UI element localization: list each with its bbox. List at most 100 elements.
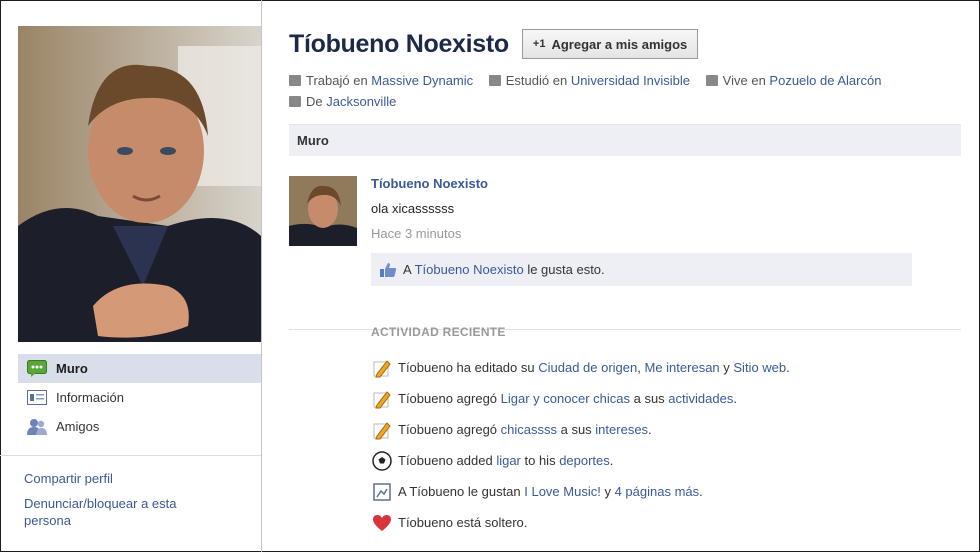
activity-item: Tíobueno agregó chicassss a sus interese… xyxy=(371,414,961,445)
activity-link[interactable]: actividades xyxy=(668,391,733,406)
activity-text-part: to his xyxy=(520,453,560,468)
nav-label: Información xyxy=(56,390,124,405)
activity-text-part: y xyxy=(719,360,734,375)
info-education: Estudió en Universidad Invisible xyxy=(488,73,690,88)
activity-title: ACTIVIDAD RECIENTE xyxy=(371,325,506,339)
briefcase-icon xyxy=(289,75,301,86)
profile-photo[interactable] xyxy=(18,26,261,342)
home-icon xyxy=(289,96,301,107)
activity-link[interactable]: Sitio web xyxy=(733,360,786,375)
add-friend-button[interactable]: +1 Agregar a mis amigos xyxy=(521,29,699,59)
building-icon xyxy=(705,75,718,86)
report-block-link[interactable]: Denunciar/bloquear a esta persona xyxy=(24,495,224,529)
info-prefix: De xyxy=(306,94,327,109)
activity-text-part: . xyxy=(609,453,614,468)
activity-text: Tíobueno agregó chicassss a sus interese… xyxy=(398,422,652,437)
add-friend-icon: +1 xyxy=(532,38,546,50)
activity-text: Tíobueno está soltero. xyxy=(398,515,527,530)
activity-link[interactable]: ligar xyxy=(496,453,521,468)
activity-item: Tíobueno added ligar to his deportes. xyxy=(371,445,961,476)
activity-link[interactable]: 4 páginas más xyxy=(615,484,700,499)
left-column: Muro Información Amigos Compartir perfil… xyxy=(0,26,261,537)
info-card-icon xyxy=(26,389,48,407)
activity-text-part: . xyxy=(699,484,703,499)
activity-text-part: Tíobueno agregó xyxy=(398,391,501,406)
like-suffix: le gusta esto. xyxy=(523,262,605,277)
activity-text-part: Tíobueno está soltero. xyxy=(398,515,528,530)
heart-icon xyxy=(371,513,393,533)
column-divider xyxy=(261,0,262,552)
activity-link[interactable]: Me interesan xyxy=(645,360,720,375)
nav-item-informacion[interactable]: Información xyxy=(18,383,261,412)
info-work-link[interactable]: Massive Dynamic xyxy=(371,73,473,88)
activity-text-part: y xyxy=(600,484,615,499)
add-friend-label: Agregar a mis amigos xyxy=(551,36,688,52)
post-body: Tíobueno Noexisto ola xicassssss Hace 3 … xyxy=(371,176,961,286)
nav-item-amigos[interactable]: Amigos xyxy=(18,412,261,441)
nav-label: Muro xyxy=(56,361,88,376)
activity-text-part: . xyxy=(648,422,652,437)
activity-text-part: , xyxy=(637,360,645,375)
activity-list: Tíobueno ha editado su Ciudad de origen,… xyxy=(371,352,961,538)
page-icon xyxy=(371,482,393,502)
pencil-icon xyxy=(371,358,393,378)
activity-link[interactable]: deportes xyxy=(559,453,610,468)
info-work: Trabajó en Massive Dynamic xyxy=(289,73,473,88)
activity-text: A Tíobueno le gustan I Love Music! y 4 p… xyxy=(398,484,703,499)
activity-text-part: . xyxy=(733,391,737,406)
activity-item: Tíobueno ha editado su Ciudad de origen,… xyxy=(371,352,961,383)
profile-info: Trabajó en Massive Dynamic Estudió en Un… xyxy=(289,70,961,112)
activity-link[interactable]: intereses xyxy=(595,422,648,437)
activity-text-part: a sus xyxy=(557,422,596,437)
profile-header: Tíobueno Noexisto +1 Agregar a mis amigo… xyxy=(289,26,961,62)
graduation-cap-icon xyxy=(488,75,501,86)
activity-link[interactable]: I Love Music! xyxy=(524,484,601,499)
wall-header: Muro xyxy=(289,124,961,156)
activity-link[interactable]: Ligar y conocer chicas xyxy=(501,391,630,406)
activity-link[interactable]: Ciudad de origen xyxy=(538,360,637,375)
info-lives-link[interactable]: Pozuelo de Alarcón xyxy=(769,73,881,88)
nav-label: Amigos xyxy=(56,419,100,434)
friends-icon xyxy=(26,418,48,436)
activity-link[interactable]: chicassss xyxy=(501,422,557,437)
info-prefix: Estudió en xyxy=(505,73,571,88)
activity-text: Tíobueno ha editado su Ciudad de origen,… xyxy=(398,360,790,375)
pencil-icon xyxy=(371,389,393,409)
activity-text-part: a sus xyxy=(629,391,669,406)
info-hometown: De Jacksonville xyxy=(289,94,396,109)
post-timestamp[interactable]: Hace 3 minutos xyxy=(371,226,961,243)
profile-nav: Muro Información Amigos xyxy=(18,354,261,441)
recent-activity: ACTIVIDAD RECIENTE Tíobueno ha editado s… xyxy=(371,325,961,538)
like-prefix: A xyxy=(403,262,415,277)
activity-text-part: Tíobueno added xyxy=(398,453,497,468)
activity-text: Tíobueno added ligar to his deportes. xyxy=(398,453,613,468)
post-author-link[interactable]: Tíobueno Noexisto xyxy=(371,176,961,195)
activity-item: Tíobueno agregó Ligar y conocer chicas a… xyxy=(371,383,961,414)
wall-icon xyxy=(26,360,48,378)
activity-item: Tíobueno está soltero. xyxy=(371,507,961,538)
activity-text-part: . xyxy=(786,360,790,375)
like-box: A Tíobueno Noexisto le gusta esto. xyxy=(371,253,912,286)
activity-item: A Tíobueno le gustan I Love Music! y 4 p… xyxy=(371,476,961,507)
info-prefix: Trabajó en xyxy=(306,73,372,88)
activity-text-part: A Tíobueno le gustan xyxy=(398,484,525,499)
nav-item-muro[interactable]: Muro xyxy=(18,354,261,383)
share-profile-link[interactable]: Compartir perfil xyxy=(24,470,224,487)
left-links: Compartir perfil Denunciar/bloquear a es… xyxy=(18,470,261,529)
activity-text-part: Tíobueno agregó xyxy=(398,422,501,437)
post-author-avatar[interactable] xyxy=(289,176,357,246)
activity-text: Tíobueno agregó Ligar y conocer chicas a… xyxy=(398,391,737,406)
info-education-link[interactable]: Universidad Invisible xyxy=(571,73,690,88)
profile-name: Tíobueno Noexisto xyxy=(289,29,509,58)
info-hometown-link[interactable]: Jacksonville xyxy=(326,94,396,109)
activity-text-part: Tíobueno ha editado su xyxy=(398,360,539,375)
left-divider xyxy=(0,455,261,456)
thumbs-up-icon xyxy=(379,262,397,278)
wall-post: Tíobueno Noexisto ola xicassssss Hace 3 … xyxy=(289,176,961,296)
info-lives: Vive en Pozuelo de Alarcón xyxy=(705,73,881,88)
like-user-link[interactable]: Tíobueno Noexisto xyxy=(415,262,524,277)
post-text: ola xicassssss xyxy=(371,201,455,216)
main-column: Tíobueno Noexisto +1 Agregar a mis amigo… xyxy=(289,26,961,531)
pencil-icon xyxy=(371,420,393,440)
info-prefix: Vive en xyxy=(722,73,770,88)
